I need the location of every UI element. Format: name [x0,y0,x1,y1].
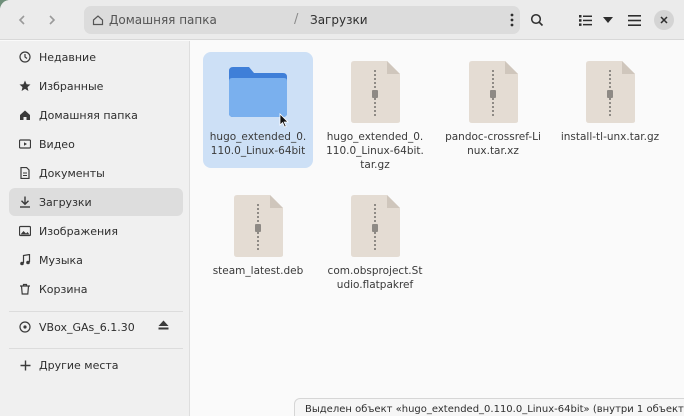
chevron-right-icon [49,15,56,25]
download-icon [19,196,31,208]
sidebar-item-label: Загрузки [39,195,92,209]
close-button[interactable] [654,10,674,30]
sidebar-item-device[interactable]: VBox_GAs_6.1.30 [9,313,183,341]
mouse-pointer-icon [279,113,289,128]
path-menu-button[interactable] [510,6,514,34]
sidebar-item-label: Документы [39,166,105,180]
list-view-button[interactable] [572,6,598,34]
archive-icon [461,60,525,124]
sidebar-item-label: Музыка [39,253,83,267]
file-name: hugo_extended_0.110.0_Linux-64bit.tar.gz [326,131,424,171]
archive-icon [343,60,407,124]
file-item-archive[interactable]: install-tl-unx.tar.gz [555,52,665,168]
header-bar: Домашняя папка / Загрузки [0,0,684,40]
list-view-icon [578,14,592,26]
sidebar-item-starred[interactable]: Избранные [9,72,183,100]
file-name: pandoc-crossref-Linux.tar.xz [445,131,541,157]
sidebar-item-label: Избранные [39,79,104,93]
file-item-archive[interactable]: pandoc-crossref-Linux.tar.xz [438,52,548,168]
sidebar-item-videos[interactable]: Видео [9,130,183,158]
more-vertical-icon [510,13,514,27]
archive-icon [226,194,290,258]
file-item-archive[interactable]: steam_latest.deb [203,186,313,302]
disc-icon [19,321,31,333]
file-name: com.obsproject.Studio.flatpakref [327,265,423,291]
status-bar: Выделен объект «hugo_extended_0.110.0_Li… [294,398,684,416]
breadcrumb-separator: / [294,12,299,27]
forward-button[interactable] [38,6,66,34]
archive-icon [578,60,642,124]
view-options-button[interactable] [598,6,618,34]
sidebar-item-label: Корзина [39,282,88,296]
sidebar-item-label: Недавние [39,50,96,64]
search-button[interactable] [523,6,551,34]
sidebar-item-home[interactable]: Домашняя папка [9,101,183,129]
eject-icon[interactable] [158,320,169,333]
sidebar-item-label: VBox_GAs_6.1.30 [39,320,135,334]
sidebar-item-other-locations[interactable]: Другие места [9,351,183,379]
sidebar-item-label: Другие места [39,358,119,372]
path-bar: Домашняя папка / Загрузки [84,6,520,34]
archive-icon [343,194,407,258]
music-icon [19,254,31,266]
breadcrumb-home-label: Домашняя папка [109,13,217,27]
sidebar-item-pictures[interactable]: Изображения [9,217,183,245]
home-icon [19,109,31,121]
file-item-archive[interactable]: com.obsproject.Studio.flatpakref [320,186,430,302]
image-icon [19,225,31,237]
chevron-left-icon [18,15,25,25]
sidebar-divider [9,311,183,312]
sidebar-divider [9,348,183,349]
sidebar: Недавние Избранные Домашняя папка Видео … [0,41,190,416]
sidebar-item-downloads[interactable]: Загрузки [9,188,183,216]
view-switcher [572,6,618,34]
breadcrumb-home[interactable]: Домашняя папка [92,6,217,34]
star-icon [19,80,31,92]
clock-icon [19,51,31,63]
file-grid: hugo_extended_0.110.0_Linux-64bit hugo_e… [191,41,684,416]
file-manager-window: Домашняя папка / Загрузки Недавние Избра… [0,0,684,416]
video-icon [19,138,31,150]
main-menu-button[interactable] [620,6,648,34]
breadcrumb-current-label: Загрузки [310,13,368,27]
file-item-folder[interactable]: hugo_extended_0.110.0_Linux-64bit [203,52,313,168]
back-button[interactable] [8,6,36,34]
sidebar-item-trash[interactable]: Корзина [9,275,183,303]
breadcrumb-current[interactable]: Загрузки [310,6,368,34]
file-name: install-tl-unx.tar.gz [560,131,660,143]
sidebar-item-music[interactable]: Музыка [9,246,183,274]
search-icon [530,13,544,27]
plus-icon [19,359,31,371]
sidebar-item-documents[interactable]: Документы [9,159,183,187]
home-icon [92,15,104,26]
close-icon [660,16,668,24]
chevron-down-icon [603,17,613,23]
trash-icon [19,283,31,295]
file-name: hugo_extended_0.110.0_Linux-64bit [209,131,307,157]
file-name: steam_latest.deb [212,265,304,277]
hamburger-menu-icon [627,14,641,26]
sidebar-item-recent[interactable]: Недавние [9,43,183,71]
file-item-archive[interactable]: hugo_extended_0.110.0_Linux-64bit.tar.gz [320,52,430,171]
sidebar-item-label: Видео [39,137,75,151]
sidebar-item-label: Домашняя папка [39,108,138,122]
document-icon [19,167,31,179]
sidebar-item-label: Изображения [39,224,118,238]
